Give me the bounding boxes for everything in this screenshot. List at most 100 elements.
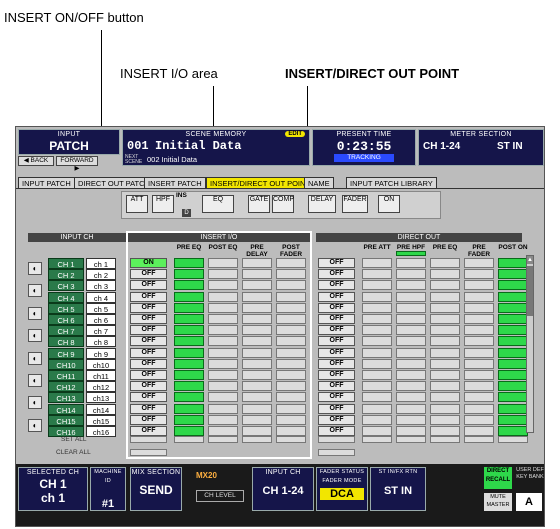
channel-name[interactable]: CH15 xyxy=(48,415,84,426)
insert-onoff-button[interactable]: OFF xyxy=(130,359,167,369)
tab-direct-out-patch[interactable]: DIRECT OUT PATCH xyxy=(74,177,154,188)
channel-name[interactable]: CH 7 xyxy=(48,325,84,336)
channel-name[interactable]: CH10 xyxy=(48,359,84,370)
direct-out-point-cell[interactable] xyxy=(498,348,528,358)
tab-input-patch[interactable]: INPUT PATCH xyxy=(18,177,75,188)
insert-point-cell[interactable] xyxy=(174,348,204,358)
insert-point-cell[interactable] xyxy=(174,359,204,369)
direct-out-point-cell[interactable] xyxy=(362,314,392,324)
clear-all-button[interactable] xyxy=(130,449,167,456)
direct-out-point-cell[interactable] xyxy=(362,336,392,346)
channel-select-icon[interactable]: ◐ xyxy=(28,352,42,365)
direct-out-point-cell[interactable] xyxy=(464,303,494,313)
chain-eq[interactable]: EQ xyxy=(202,195,234,213)
channel-short-name[interactable]: ch 8 xyxy=(86,336,116,347)
direct-out-point-cell[interactable] xyxy=(430,426,460,436)
direct-out-point-cell[interactable] xyxy=(362,426,392,436)
direct-out-point-cell[interactable] xyxy=(396,314,426,324)
direct-out-point-cell[interactable] xyxy=(396,404,426,414)
direct-out-point-cell[interactable] xyxy=(430,370,460,380)
direct-out-point-cell[interactable] xyxy=(498,359,528,369)
insert-onoff-button[interactable]: ON xyxy=(130,258,167,268)
direct-out-point-cell[interactable] xyxy=(396,381,426,391)
insert-point-cell[interactable] xyxy=(174,336,204,346)
insert-point-cell[interactable] xyxy=(242,370,272,380)
channel-name[interactable]: CH 8 xyxy=(48,336,84,347)
set-all-button[interactable] xyxy=(208,436,238,443)
channel-select-icon[interactable]: ◐ xyxy=(28,284,42,297)
channel-name[interactable]: CH11 xyxy=(48,370,84,381)
scroll-thumb[interactable] xyxy=(527,266,533,316)
meter-section-panel[interactable]: METER SECTION CH 1-24 ST IN xyxy=(418,129,544,166)
direct-out-point-cell[interactable] xyxy=(498,370,528,380)
direct-out-point-cell[interactable] xyxy=(430,303,460,313)
insert-point-cell[interactable] xyxy=(242,280,272,290)
insert-point-cell[interactable] xyxy=(276,415,306,425)
direct-out-point-cell[interactable] xyxy=(430,258,460,268)
direct-out-onoff-button[interactable]: OFF xyxy=(318,280,355,290)
set-all-button[interactable] xyxy=(174,436,204,443)
direct-out-point-cell[interactable] xyxy=(362,348,392,358)
direct-out-point-cell[interactable] xyxy=(362,269,392,279)
direct-out-point-cell[interactable] xyxy=(498,426,528,436)
set-all-button[interactable] xyxy=(498,436,528,443)
insert-point-cell[interactable] xyxy=(242,303,272,313)
insert-point-cell[interactable] xyxy=(276,359,306,369)
direct-out-point-cell[interactable] xyxy=(498,415,528,425)
direct-out-onoff-button[interactable]: OFF xyxy=(318,359,355,369)
direct-out-point-cell[interactable] xyxy=(362,392,392,402)
insert-point-cell[interactable] xyxy=(174,258,204,268)
insert-point-cell[interactable] xyxy=(242,404,272,414)
set-all-button[interactable] xyxy=(130,436,167,443)
insert-point-cell[interactable] xyxy=(208,258,238,268)
direct-out-point-cell[interactable] xyxy=(396,359,426,369)
direct-out-point-cell[interactable] xyxy=(464,370,494,380)
direct-out-point-cell[interactable] xyxy=(430,325,460,335)
chain-hpf[interactable]: HPF xyxy=(152,195,174,213)
channel-short-name[interactable]: ch15 xyxy=(86,415,116,426)
direct-out-point-cell[interactable] xyxy=(396,325,426,335)
channel-name[interactable]: CH 4 xyxy=(48,292,84,303)
channel-name[interactable]: CH 6 xyxy=(48,314,84,325)
meter-ch-button[interactable]: CH 1-24 xyxy=(423,141,460,152)
chain-comp[interactable]: COMP xyxy=(272,195,294,213)
set-all-button[interactable] xyxy=(242,436,272,443)
direct-out-point-cell[interactable] xyxy=(396,392,426,402)
channel-short-name[interactable]: ch 6 xyxy=(86,314,116,325)
set-all-button[interactable] xyxy=(318,436,355,443)
channel-name[interactable]: CH 5 xyxy=(48,303,84,314)
insert-point-cell[interactable] xyxy=(276,269,306,279)
direct-out-onoff-button[interactable]: OFF xyxy=(318,314,355,324)
back-button[interactable]: ◀ BACK xyxy=(18,156,54,166)
input-ch-panel[interactable]: INPUT CH CH 1-24 xyxy=(252,467,314,511)
insert-point-cell[interactable] xyxy=(242,336,272,346)
channel-name[interactable]: CH14 xyxy=(48,404,84,415)
direct-out-point-cell[interactable] xyxy=(396,426,426,436)
insert-point-cell[interactable] xyxy=(174,426,204,436)
direct-out-point-cell[interactable] xyxy=(362,303,392,313)
direct-out-point-cell[interactable] xyxy=(396,280,426,290)
direct-out-point-cell[interactable] xyxy=(464,359,494,369)
insert-onoff-button[interactable]: OFF xyxy=(130,269,167,279)
insert-point-cell[interactable] xyxy=(276,381,306,391)
insert-point-cell[interactable] xyxy=(276,336,306,346)
set-all-button[interactable] xyxy=(362,436,392,443)
direct-out-point-cell[interactable] xyxy=(430,392,460,402)
insert-point-cell[interactable] xyxy=(276,303,306,313)
channel-name[interactable]: CH 2 xyxy=(48,269,84,280)
direct-out-onoff-button[interactable]: OFF xyxy=(318,415,355,425)
direct-out-point-cell[interactable] xyxy=(464,314,494,324)
direct-out-point-cell[interactable] xyxy=(464,392,494,402)
channel-short-name[interactable]: ch11 xyxy=(86,370,116,381)
channel-name[interactable]: CH13 xyxy=(48,392,84,403)
insert-onoff-button[interactable]: OFF xyxy=(130,325,167,335)
insert-point-cell[interactable] xyxy=(208,269,238,279)
direct-out-point-cell[interactable] xyxy=(498,314,528,324)
insert-point-cell[interactable] xyxy=(208,415,238,425)
direct-out-point-cell[interactable] xyxy=(498,258,528,268)
direct-out-point-cell[interactable] xyxy=(464,336,494,346)
set-all-button[interactable] xyxy=(430,436,460,443)
channel-name[interactable]: CH 3 xyxy=(48,280,84,291)
channel-short-name[interactable]: ch 1 xyxy=(86,258,116,269)
channel-short-name[interactable]: ch 7 xyxy=(86,325,116,336)
